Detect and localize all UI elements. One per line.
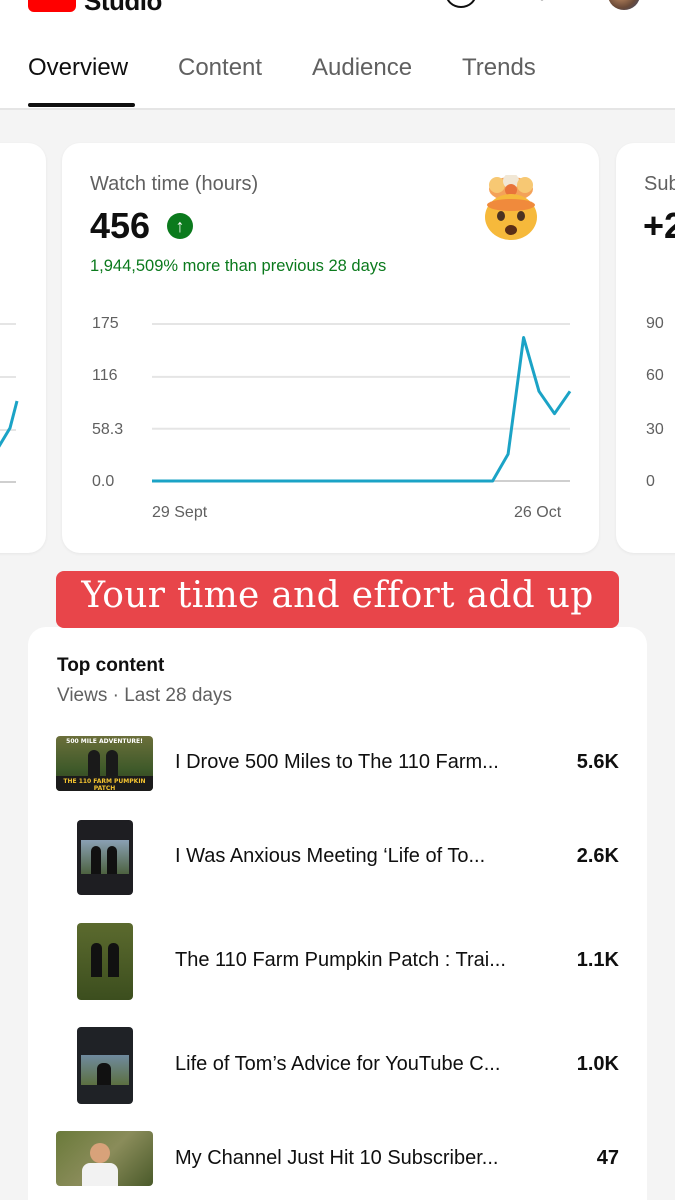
tabs-divider: [0, 108, 675, 110]
video-views: 5.6K: [576, 751, 619, 773]
account-avatar[interactable]: [608, 0, 640, 10]
promo-banner: Your time and effort add up: [56, 571, 619, 628]
list-item[interactable]: 500 MILE ADVENTURE! THE 110 FARM PUMPKIN…: [28, 723, 647, 803]
video-views: 1.1K: [576, 949, 619, 971]
youtube-logo-icon: [28, 0, 76, 12]
subscribers-card[interactable]: Sub +2 90 60 30 0: [616, 143, 675, 553]
studio-logo[interactable]: Studio: [28, 0, 162, 17]
list-item[interactable]: I Was Anxious Meeting ‘Life of To... 2.6…: [28, 817, 647, 897]
video-title: My Channel Just Hit 10 Subscriber...: [175, 1147, 499, 1169]
video-title: Life of Tom’s Advice for YouTube C...: [175, 1053, 501, 1075]
video-thumbnail: [77, 1027, 133, 1104]
video-thumbnail: [56, 1131, 153, 1186]
active-tab-indicator: [28, 103, 135, 107]
video-views: 47: [596, 1147, 619, 1169]
studio-wordmark: Studio: [84, 0, 162, 16]
metric-value: +2: [643, 205, 675, 246]
tab-content[interactable]: Content: [178, 54, 262, 82]
watch-time-chart: [152, 323, 572, 483]
x-tick-label-start: 29 Sept: [152, 504, 208, 521]
tab-audience[interactable]: Audience: [312, 54, 412, 82]
metric-card-previous[interactable]: ct: [0, 143, 46, 553]
top-content-subtitle: Views · Last 28 days: [57, 685, 232, 706]
tab-overview[interactable]: Overview: [28, 54, 128, 82]
y-tick-label: 60: [646, 367, 664, 384]
x-tick-label-end: 26 Oct: [514, 504, 562, 521]
watch-time-series-line: [152, 336, 572, 483]
video-thumbnail: [77, 923, 133, 1000]
video-views: 1.0K: [576, 1053, 619, 1075]
top-app-bar: Studio Overview Content Audience Trends: [0, 0, 675, 110]
analytics-tabs: Overview Content Audience Trends: [0, 46, 675, 108]
thumbnail-footer: THE 110 FARM PUMPKIN PATCH: [63, 778, 146, 791]
bell-icon[interactable]: [527, 0, 557, 4]
y-tick-label: 30: [646, 421, 664, 438]
previous-card-line: [0, 400, 19, 448]
video-thumbnail: [77, 820, 133, 895]
video-title: I Drove 500 Miles to The 110 Farm...: [175, 751, 499, 773]
y-tick-label: 90: [646, 315, 664, 332]
list-item[interactable]: The 110 Farm Pumpkin Patch : Trai... 1.1…: [28, 921, 647, 1001]
video-views: 2.6K: [576, 845, 619, 867]
thumbnail-caption: 500 MILE ADVENTURE!: [66, 738, 143, 745]
banner-text: Your time and effort add up: [81, 575, 594, 616]
watch-time-card[interactable]: Watch time (hours) 456 ↑ 1,944,509% more…: [62, 143, 599, 553]
help-circle-icon[interactable]: [445, 0, 477, 8]
video-title: I Was Anxious Meeting ‘Life of To...: [175, 845, 486, 867]
list-item[interactable]: My Channel Just Hit 10 Subscriber... 47: [28, 1119, 647, 1199]
list-item[interactable]: Life of Tom’s Advice for YouTube C... 1.…: [28, 1025, 647, 1105]
tab-trends[interactable]: Trends: [462, 54, 536, 82]
top-content-title: Top content: [57, 655, 165, 676]
metric-title: Sub: [644, 173, 675, 195]
top-content-card: Top content Views · Last 28 days 500 MIL…: [28, 627, 647, 1200]
video-title: The 110 Farm Pumpkin Patch : Trai...: [175, 949, 506, 971]
video-thumbnail: 500 MILE ADVENTURE! THE 110 FARM PUMPKIN…: [56, 736, 153, 791]
y-tick-label: 0: [646, 473, 655, 490]
